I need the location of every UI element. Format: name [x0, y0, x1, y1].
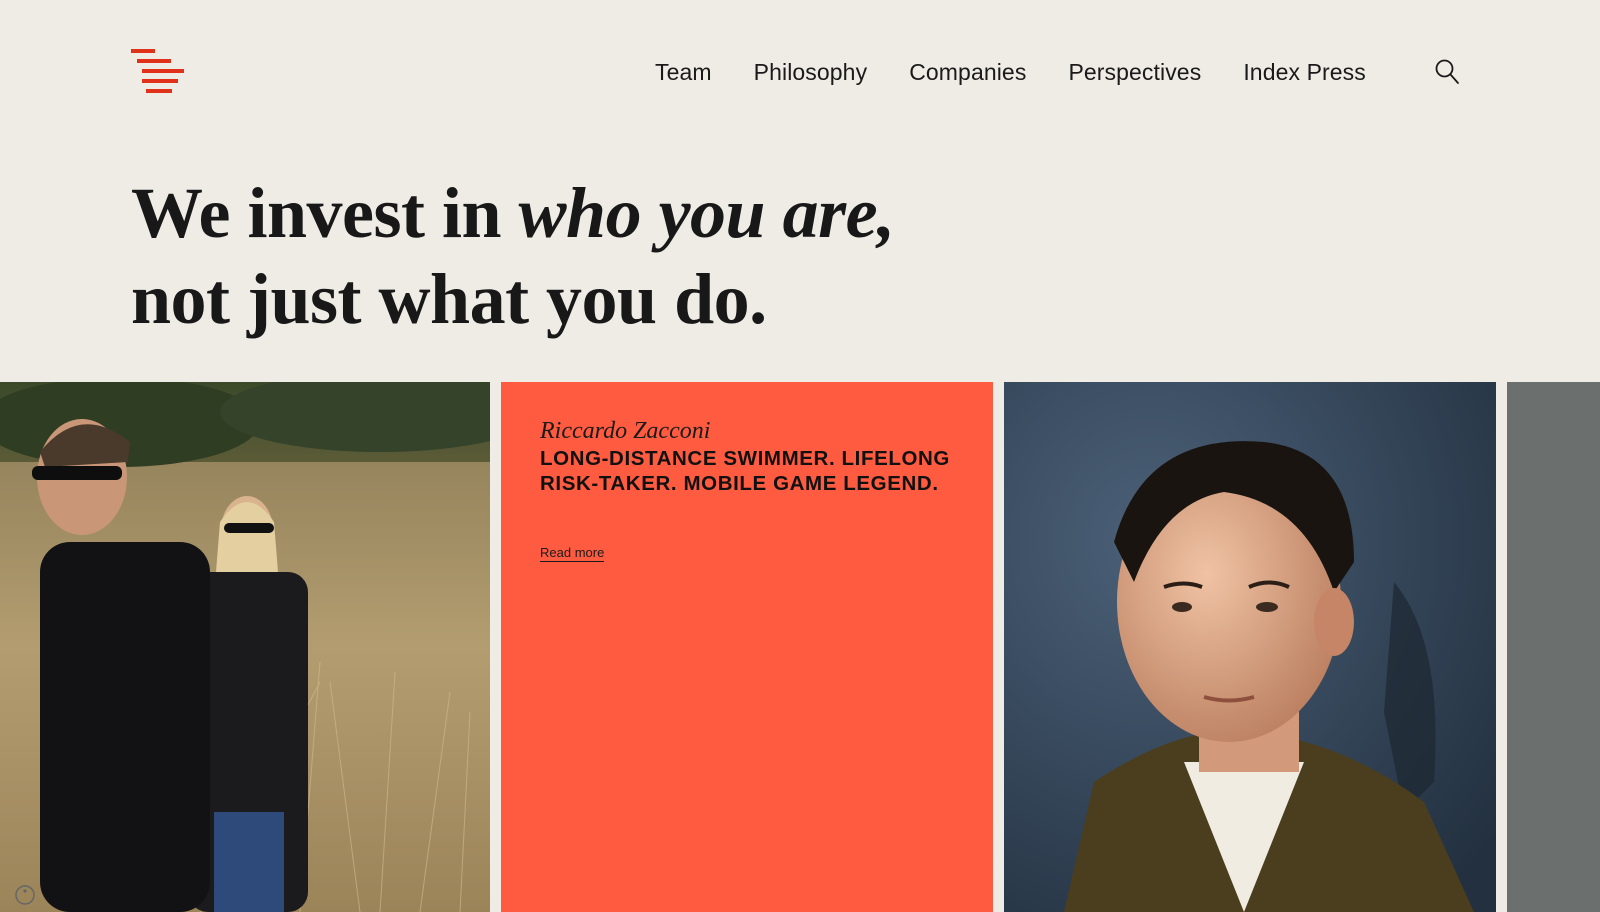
nav-item-philosophy[interactable]: Philosophy	[754, 59, 868, 86]
nav-item-index-press[interactable]: Index Press	[1243, 59, 1366, 86]
nav-item-team[interactable]: Team	[655, 59, 712, 86]
main-nav: Team Philosophy Companies Perspectives I…	[655, 54, 1408, 90]
card-quote[interactable]: Riccardo Zacconi LONG-DISTANCE SWIMMER. …	[501, 382, 993, 912]
hero-headline: We invest in who you are, not just what …	[131, 170, 1231, 342]
card-photo-portrait[interactable]	[1004, 382, 1496, 912]
search-icon[interactable]	[1434, 58, 1460, 86]
nav-item-companies[interactable]: Companies	[909, 59, 1026, 86]
read-more-link[interactable]: Read more	[540, 545, 605, 562]
hero-line1-prefix: We invest in	[131, 173, 519, 253]
field-photo	[0, 382, 490, 912]
quote-author-name: Riccardo Zacconi	[540, 418, 711, 444]
nav-item-perspectives[interactable]: Perspectives	[1068, 59, 1201, 86]
hero-line1-emphasis: who you are,	[518, 173, 896, 253]
quote-text: LONG-DISTANCE SWIMMER. LIFELONG RISK-TAK…	[540, 447, 950, 495]
accessibility-icon[interactable]	[14, 884, 36, 906]
card-photo-field[interactable]	[0, 382, 490, 912]
hero-line2: not just what you do.	[131, 259, 767, 339]
logo[interactable]	[131, 49, 187, 95]
card-photo-partial[interactable]	[1507, 382, 1600, 912]
portrait-photo	[1004, 382, 1496, 912]
